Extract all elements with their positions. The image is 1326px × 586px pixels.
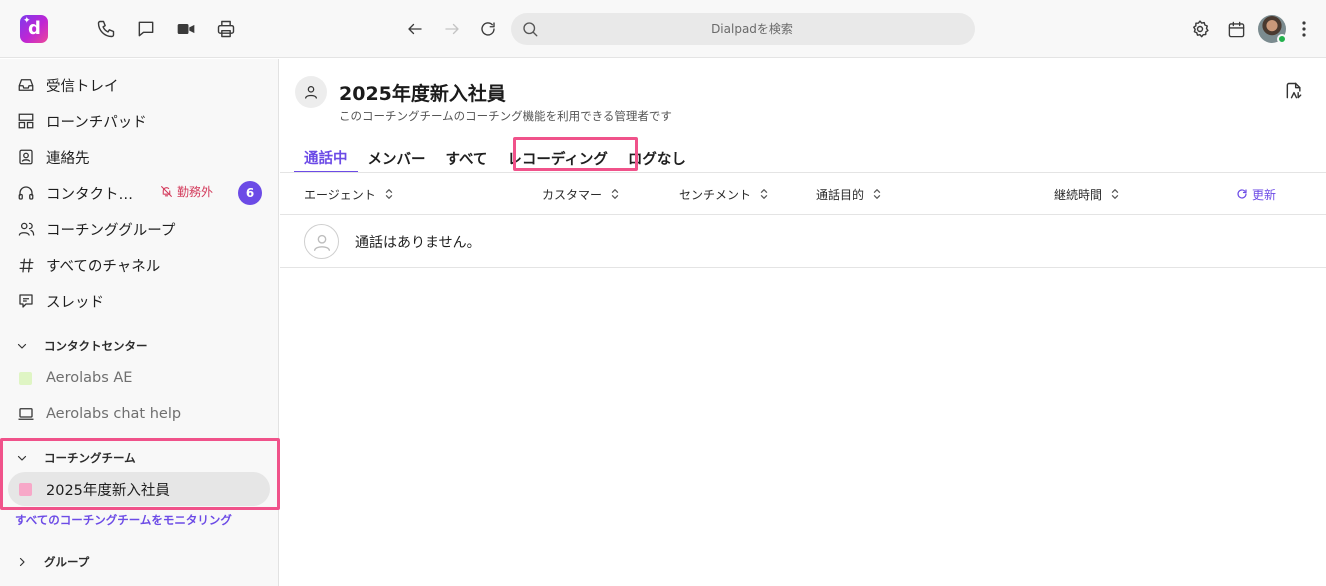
section-header-coaching-team[interactable]: コーチングチーム (16, 448, 136, 468)
column-header-agent[interactable]: エージェント (304, 173, 394, 215)
top-bar: ✦ d (0, 0, 1326, 58)
column-header-sentiment[interactable]: センチメント (679, 173, 769, 215)
chevron-down-icon (16, 452, 32, 464)
sidebar-item-all-channels[interactable]: すべてのチャネル (8, 248, 270, 282)
inbox-icon (16, 75, 36, 95)
sidebar-item-label: 2025年度新入社員 (46, 482, 170, 499)
sidebar-item-label: コーチンググループ (46, 222, 176, 239)
refresh-icon (1236, 188, 1248, 200)
chevron-right-icon (16, 556, 32, 568)
tab-no-log[interactable]: ログなし (618, 143, 696, 173)
color-square-icon (19, 371, 32, 385)
forward-arrow-icon[interactable] (440, 17, 464, 41)
empty-state-message: 通話はありません。 (355, 235, 481, 251)
sidebar-item-label: すべてのチャネル (46, 258, 161, 275)
launchpad-icon (16, 111, 36, 131)
tab-all[interactable]: すべて (436, 143, 498, 173)
sidebar: 受信トレイ ローンチパッド 連絡先 コンタクト… 勤務外 6 コーチンググループ (0, 59, 280, 586)
presence-indicator (1277, 34, 1287, 44)
team-avatar (295, 76, 327, 108)
back-arrow-icon[interactable] (403, 17, 427, 41)
reload-icon[interactable] (476, 17, 500, 41)
sidebar-item-contact-center[interactable]: コンタクト… (8, 176, 270, 210)
people-icon (16, 219, 36, 239)
more-vertical-icon[interactable] (1292, 17, 1316, 41)
tab-on-call[interactable]: 通話中 (294, 143, 358, 173)
section-header-label: グループ (44, 555, 90, 569)
section-header-label: コンタクトセンター (44, 339, 148, 353)
export-icon[interactable] (1284, 81, 1304, 101)
unread-count-badge: 6 (238, 181, 262, 205)
search-bar[interactable] (511, 13, 975, 45)
placeholder-avatar-icon (304, 224, 339, 259)
column-header-duration[interactable]: 継続時間 (1054, 173, 1120, 215)
sort-icon (872, 188, 882, 200)
dialpad-logo[interactable]: ✦ d (20, 15, 48, 43)
refresh-button[interactable]: 更新 (1236, 173, 1276, 215)
column-header-customer[interactable]: カスタマー (542, 173, 620, 215)
sort-icon (610, 188, 620, 200)
sidebar-item-threads[interactable]: スレッド (8, 284, 270, 318)
section-header-groups[interactable]: グループ (16, 552, 89, 572)
sidebar-item-label: コンタクト… (46, 186, 133, 203)
chat-icon[interactable] (134, 17, 158, 41)
logo-letter-icon: d (28, 18, 41, 39)
print-icon[interactable] (214, 17, 238, 41)
tab-members[interactable]: メンバー (358, 143, 436, 173)
tab-bar: 通話中 メンバー すべて レコーディング ログなし (294, 143, 696, 173)
threads-icon (16, 291, 36, 311)
sidebar-item-coaching-team-2025[interactable]: 2025年度新入社員 (8, 472, 270, 506)
tab-recording[interactable]: レコーディング (497, 143, 617, 173)
column-header-call-purpose[interactable]: 通話目的 (816, 173, 882, 215)
sidebar-item-coaching-groups[interactable]: コーチンググループ (8, 212, 270, 246)
section-header-label: コーチングチーム (44, 451, 136, 465)
table-row-empty: 通話はありません。 (280, 215, 1326, 268)
hash-icon (16, 255, 36, 275)
video-icon[interactable] (174, 17, 198, 41)
main-panel: 2025年度新入社員 このコーチングチームのコーチング機能を利用できる管理者です… (280, 59, 1326, 586)
sidebar-item-label: スレッド (46, 294, 104, 311)
off-duty-label: 勤務外 (177, 185, 214, 199)
sidebar-item-label: Aerolabs chat help (46, 406, 182, 422)
sidebar-item-label: 受信トレイ (46, 78, 119, 95)
table-header: エージェント カスタマー センチメント 通話目的 継続時間 更新 (280, 173, 1326, 215)
phone-icon[interactable] (94, 17, 118, 41)
calendar-icon[interactable] (1224, 17, 1248, 41)
laptop-icon (16, 404, 36, 424)
page-title: 2025年度新入社員 (339, 83, 506, 105)
section-header-contact-center[interactable]: コンタクトセンター (16, 336, 148, 356)
sort-icon (1110, 188, 1120, 200)
sidebar-item-label: ローンチパッド (46, 114, 147, 131)
sidebar-item-label: Aerolabs AE (46, 370, 133, 386)
sort-icon (384, 188, 394, 200)
sidebar-item-contacts[interactable]: 連絡先 (8, 140, 270, 174)
page-description: このコーチングチームのコーチング機能を利用できる管理者です (339, 109, 672, 123)
monitor-all-coaching-teams-link[interactable]: すべてのコーチングチームをモニタリング (15, 512, 232, 528)
bell-off-icon (160, 185, 173, 198)
sidebar-item-inbox[interactable]: 受信トレイ (8, 68, 270, 102)
search-icon (521, 20, 539, 38)
search-input[interactable] (547, 13, 957, 45)
sidebar-item-aerolabs-ae[interactable]: Aerolabs AE (8, 361, 270, 395)
contacts-icon (16, 147, 36, 167)
sidebar-item-label: 連絡先 (46, 150, 90, 167)
user-icon (303, 84, 319, 100)
gear-icon[interactable] (1188, 17, 1212, 41)
off-duty-status[interactable]: 勤務外 (160, 183, 213, 200)
chevron-down-icon (16, 340, 32, 352)
color-square-icon (19, 482, 32, 496)
headset-icon (16, 183, 36, 203)
sidebar-item-aerolabs-chat-help[interactable]: Aerolabs chat help (8, 397, 270, 431)
sort-icon (759, 188, 769, 200)
refresh-label: 更新 (1252, 187, 1277, 202)
sidebar-item-launchpad[interactable]: ローンチパッド (8, 104, 270, 138)
